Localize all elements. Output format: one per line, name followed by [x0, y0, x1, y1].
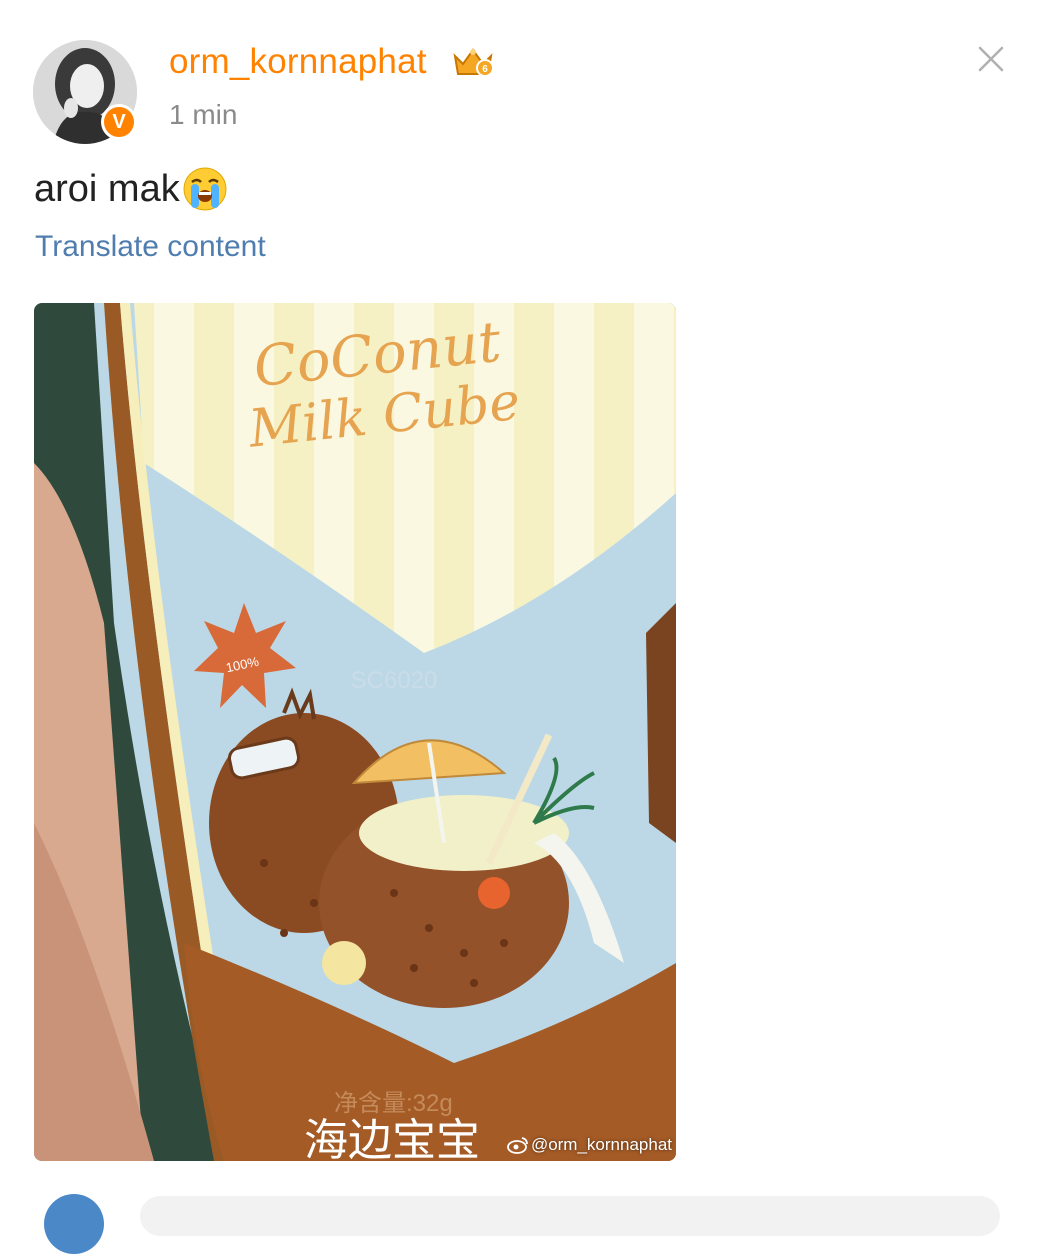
timestamp: 1 min	[169, 99, 238, 130]
post-text-content: aroi mak	[34, 167, 180, 210]
comment-input[interactable]	[140, 1196, 1000, 1236]
translate-content-link[interactable]: Translate content	[35, 230, 266, 264]
post-header: V orm_kornnaphat 6 1 min	[0, 0, 1038, 150]
comment-avatar	[44, 1194, 104, 1254]
svg-text:6: 6	[482, 64, 488, 75]
crown-level-icon: 6	[453, 48, 494, 77]
watermark: @orm_kornnaphat	[507, 1135, 672, 1155]
brand-text: 海边宝宝	[304, 1115, 480, 1161]
post-image[interactable]: CoConut Milk Cube 100% SC6020 净含量:32g 海边…	[34, 303, 676, 1161]
comment-bar	[0, 1180, 1038, 1254]
username[interactable]: orm_kornnaphat	[169, 42, 427, 82]
loudly-crying-face-emoji	[183, 167, 227, 211]
close-icon[interactable]	[976, 44, 1006, 74]
watermark-text: @orm_kornnaphat	[530, 1135, 672, 1154]
verified-badge: V	[101, 104, 137, 140]
weibo-logo-icon	[507, 1137, 528, 1154]
weight-text: 净含量:32g	[334, 1090, 453, 1117]
coconut-milk-cube-package-photo: CoConut Milk Cube 100% SC6020 净含量:32g 海边…	[34, 303, 676, 1161]
batch-code: SC6020	[351, 667, 438, 694]
post-text: aroi mak	[34, 166, 228, 212]
